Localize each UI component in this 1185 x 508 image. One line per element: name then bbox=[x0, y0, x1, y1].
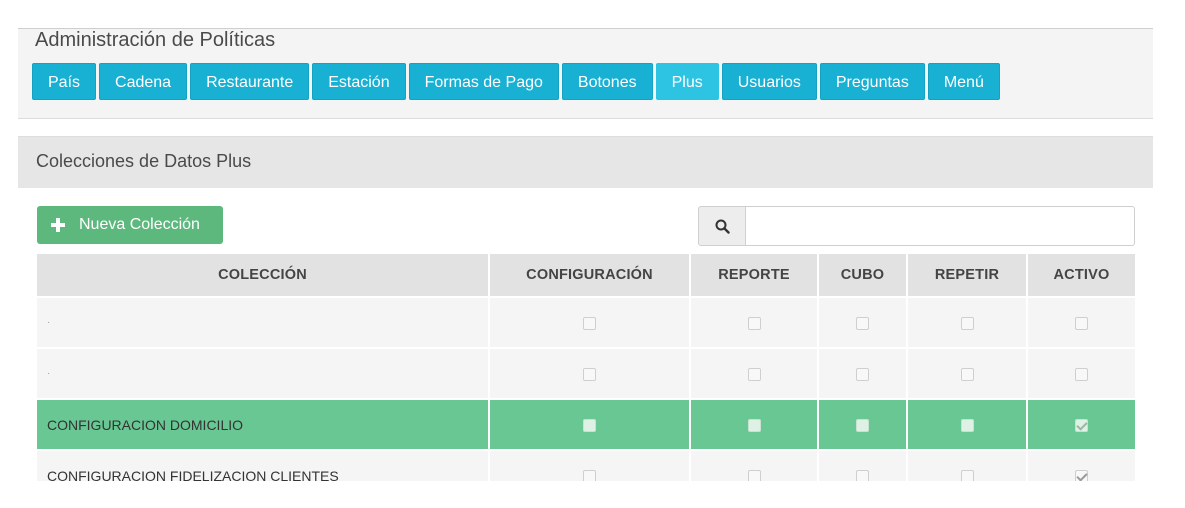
tab-preguntas[interactable]: Preguntas bbox=[819, 63, 925, 100]
column-header-configuracion[interactable]: CONFIGURACIÓN bbox=[488, 254, 690, 297]
column-header-activo[interactable]: ACTIVO bbox=[1026, 254, 1135, 297]
tab-estacion[interactable]: Estación bbox=[312, 63, 406, 100]
table-row-selected[interactable]: CONFIGURACION DOMICILIO bbox=[37, 398, 1135, 450]
configuracion-checkbox[interactable] bbox=[583, 470, 596, 481]
search-input[interactable] bbox=[745, 206, 1135, 246]
new-collection-button[interactable]: Nueva Colección bbox=[37, 206, 223, 244]
cubo-checkbox[interactable] bbox=[856, 419, 869, 433]
activo-checkbox[interactable] bbox=[1075, 317, 1088, 331]
tab-formas-de-pago[interactable]: Formas de Pago bbox=[408, 63, 559, 100]
repetir-cell bbox=[906, 449, 1027, 481]
reporte-checkbox[interactable] bbox=[747, 317, 761, 331]
column-header-reporte[interactable]: REPORTE bbox=[689, 254, 818, 297]
cubo-checkbox[interactable] bbox=[856, 470, 869, 481]
tab-menu[interactable]: Menú bbox=[927, 63, 1000, 100]
collections-table: COLECCIÓN CONFIGURACIÓN REPORTE CUBO REP… bbox=[37, 254, 1135, 481]
tab-plus[interactable]: Plus bbox=[655, 63, 719, 100]
reporte-cell bbox=[689, 296, 818, 348]
collection-name: · bbox=[37, 296, 489, 348]
tab-restaurante[interactable]: Restaurante bbox=[190, 63, 310, 100]
cubo-cell bbox=[817, 449, 907, 481]
reporte-checkbox[interactable] bbox=[747, 419, 761, 433]
cubo-cell bbox=[817, 296, 907, 348]
divider bbox=[18, 118, 1153, 119]
activo-cell bbox=[1026, 449, 1135, 481]
activo-checkbox[interactable] bbox=[1075, 470, 1088, 481]
configuracion-checkbox[interactable] bbox=[583, 317, 596, 331]
search-icon[interactable] bbox=[698, 206, 746, 246]
new-collection-label: Nueva Colección bbox=[79, 216, 200, 233]
column-header-coleccion[interactable]: COLECCIÓN bbox=[37, 254, 489, 297]
configuracion-checkbox[interactable] bbox=[583, 419, 596, 433]
panel-heading: Colecciones de Datos Plus bbox=[18, 136, 1153, 188]
repetir-checkbox[interactable] bbox=[960, 317, 974, 331]
collection-name: · bbox=[37, 347, 489, 399]
tab-pais[interactable]: País bbox=[32, 63, 97, 100]
table-row[interactable]: CONFIGURACION FIDELIZACION CLIENTES bbox=[37, 449, 1135, 481]
plus-icon bbox=[51, 218, 65, 232]
policy-admin-panel: Administración de Políticas País Cadena … bbox=[18, 28, 1153, 481]
cubo-checkbox[interactable] bbox=[856, 317, 869, 331]
table-row[interactable]: · bbox=[37, 296, 1135, 348]
tab-botones[interactable]: Botones bbox=[561, 63, 653, 100]
configuracion-cell bbox=[488, 296, 690, 348]
configuracion-checkbox[interactable] bbox=[583, 368, 596, 382]
cubo-cell bbox=[817, 347, 907, 399]
reporte-cell bbox=[689, 449, 818, 481]
configuracion-cell bbox=[488, 347, 690, 399]
repetir-cell bbox=[906, 347, 1027, 399]
reporte-cell bbox=[689, 398, 818, 450]
repetir-cell bbox=[906, 296, 1027, 348]
activo-cell bbox=[1026, 296, 1135, 348]
activo-cell bbox=[1026, 347, 1135, 399]
panel-title: Colecciones de Datos Plus bbox=[36, 151, 252, 171]
repetir-checkbox[interactable] bbox=[960, 470, 974, 481]
collection-name: CONFIGURACION DOMICILIO bbox=[37, 398, 489, 450]
collection-name: CONFIGURACION FIDELIZACION CLIENTES bbox=[37, 449, 489, 481]
reporte-cell bbox=[689, 347, 818, 399]
cubo-cell bbox=[817, 398, 907, 450]
activo-checkbox[interactable] bbox=[1075, 368, 1088, 382]
activo-cell bbox=[1026, 398, 1135, 450]
reporte-checkbox[interactable] bbox=[747, 368, 761, 382]
header-area: Administración de Políticas País Cadena … bbox=[18, 29, 1153, 119]
repetir-checkbox[interactable] bbox=[960, 368, 974, 382]
page-title: Administración de Políticas bbox=[35, 29, 276, 51]
column-header-repetir[interactable]: REPETIR bbox=[906, 254, 1027, 297]
tab-bar: País Cadena Restaurante Estación Formas … bbox=[32, 63, 1000, 101]
configuracion-cell bbox=[488, 398, 690, 450]
repetir-cell bbox=[906, 398, 1027, 450]
configuracion-cell bbox=[488, 449, 690, 481]
search-group bbox=[698, 206, 1135, 246]
column-header-cubo[interactable]: CUBO bbox=[817, 254, 907, 297]
table-header-row: COLECCIÓN CONFIGURACIÓN REPORTE CUBO REP… bbox=[37, 254, 1135, 297]
activo-checkbox[interactable] bbox=[1075, 419, 1088, 433]
tab-cadena[interactable]: Cadena bbox=[99, 63, 188, 100]
repetir-checkbox[interactable] bbox=[960, 419, 974, 433]
cubo-checkbox[interactable] bbox=[856, 368, 869, 382]
reporte-checkbox[interactable] bbox=[747, 470, 761, 481]
table-row[interactable]: · bbox=[37, 347, 1135, 399]
tab-usuarios[interactable]: Usuarios bbox=[721, 63, 817, 100]
